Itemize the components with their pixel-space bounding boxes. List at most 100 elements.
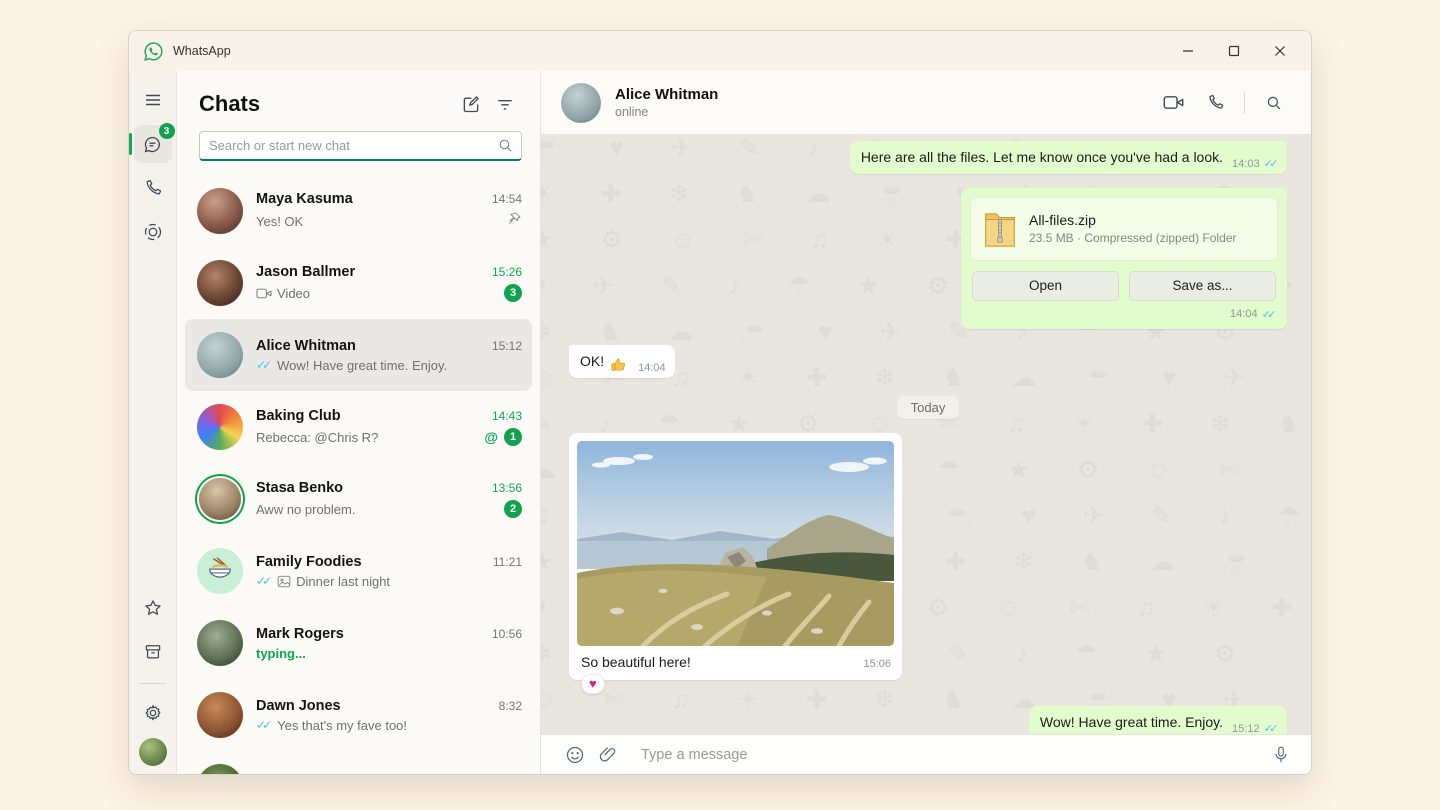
chat-time: 15:26 <box>492 265 522 279</box>
photo-attachment[interactable] <box>577 441 894 646</box>
close-icon <box>1274 45 1286 57</box>
chat-preview: Yes that's my fave too! <box>277 718 407 733</box>
chat-list-item-stasa[interactable]: Stasa Benko13:56 Aww no problem. 2 <box>185 463 532 535</box>
chat-list-item-dawn[interactable]: Dawn Jones8:32 ✓✓Yes that's my fave too! <box>185 679 532 751</box>
nav-starred-button[interactable] <box>134 589 172 627</box>
chat-name: Family Foodies <box>256 554 485 570</box>
whatsapp-window: WhatsApp 3 <box>128 30 1312 775</box>
app-title: WhatsApp <box>173 44 231 58</box>
menu-button[interactable] <box>134 81 172 119</box>
nav-calls-button[interactable] <box>134 169 172 207</box>
avatar <box>197 764 243 774</box>
nav-archived-button[interactable] <box>134 633 172 671</box>
thumbs-up-emoji <box>610 356 627 373</box>
chat-preview: Aww no problem. <box>256 502 355 517</box>
avatar <box>197 188 243 234</box>
filter-icon <box>495 94 515 114</box>
avatar <box>197 548 243 594</box>
titlebar: WhatsApp <box>129 31 1311 71</box>
archive-icon <box>143 642 163 662</box>
status-icon <box>143 222 163 242</box>
phone-icon <box>1206 93 1225 112</box>
emoji-button[interactable] <box>559 739 591 771</box>
unread-badge: 3 <box>504 284 522 302</box>
message-time: 15:06 <box>863 658 891 670</box>
chat-name: Maya Kasuma <box>256 191 484 207</box>
chat-list-item-family-foodies[interactable]: Family Foodies 11:21 ✓✓ Dinner last night <box>185 535 532 607</box>
nav-chats-button[interactable]: 3 <box>134 125 172 163</box>
read-receipt-icon: ✓✓ <box>256 358 272 372</box>
read-receipt-icon: ✓✓ <box>256 574 272 588</box>
contact-avatar[interactable] <box>561 83 601 123</box>
chat-time: 13:56 <box>492 481 522 495</box>
chat-time: 8:32 <box>499 699 522 713</box>
gear-icon <box>143 703 163 723</box>
minimize-icon <box>1182 45 1194 57</box>
nav-settings-button[interactable] <box>134 694 172 732</box>
star-icon <box>143 598 163 618</box>
chat-list-item-baking-club[interactable]: Baking Club14:43 Rebecca: @Chris R? @1 <box>185 391 532 463</box>
search-icon <box>1265 94 1283 112</box>
chat-preview: Dinner last night <box>296 574 390 589</box>
chat-name: Stasa Benko <box>256 480 484 496</box>
nav-rail: 3 <box>129 71 177 774</box>
heart-reaction-badge[interactable]: ♥ <box>581 674 605 694</box>
close-button[interactable] <box>1257 31 1303 71</box>
maximize-icon <box>1228 45 1240 57</box>
filter-chats-button[interactable] <box>488 89 522 119</box>
attach-button[interactable] <box>591 739 623 771</box>
outgoing-file-message: All-files.zip 23.5 MB · Compressed (zipp… <box>961 188 1287 329</box>
contact-name: Alice Whitman <box>615 86 1154 103</box>
profile-avatar[interactable] <box>139 738 167 766</box>
minimize-button[interactable] <box>1165 31 1211 71</box>
chat-list-item-alice[interactable]: Alice Whitman15:12 ✓✓Wow! Have great tim… <box>185 319 532 391</box>
outgoing-message-files: Here are all the files. Let me know once… <box>850 141 1287 174</box>
noodle-bowl-icon <box>205 556 235 586</box>
nav-status-button[interactable] <box>134 213 172 251</box>
voice-call-button[interactable] <box>1196 86 1234 120</box>
message-text: Here are all the files. Let me know once… <box>861 148 1223 167</box>
header-divider <box>1244 92 1245 114</box>
search-box <box>199 131 522 161</box>
chat-time: 11:21 <box>493 555 522 569</box>
message-time: 14:04 <box>638 362 666 374</box>
video-call-icon <box>1163 94 1184 111</box>
date-divider: Today <box>897 396 960 419</box>
search-icon <box>497 137 514 159</box>
phone-icon <box>143 178 163 198</box>
voice-record-button[interactable] <box>1265 739 1297 771</box>
video-call-button[interactable] <box>1154 86 1192 120</box>
file-name: All-files.zip <box>1029 212 1236 228</box>
chat-list-item-maya[interactable]: Maya Kasuma14:54 Yes! OK <box>185 175 532 247</box>
search-input[interactable] <box>199 131 522 161</box>
chat-list-item-jason[interactable]: Jason Ballmer 15:26 Video 3 <box>185 247 532 319</box>
chat-time: 10:56 <box>492 627 522 641</box>
message-input[interactable] <box>641 747 1255 763</box>
incoming-photo-message: So beautiful here! 15:06 ♥ <box>569 433 902 680</box>
chat-list-item-ziggy[interactable]: Ziggy Woodley9:12 <box>185 751 532 774</box>
chat-time: 14:43 <box>492 409 522 423</box>
save-as-button[interactable]: Save as... <box>1129 271 1276 301</box>
paperclip-icon <box>598 745 617 764</box>
file-attachment-card[interactable]: All-files.zip 23.5 MB · Compressed (zipp… <box>970 197 1278 261</box>
chat-list-item-mark[interactable]: Mark Rogers10:56 typing... <box>185 607 532 679</box>
mention-badge: @ <box>484 429 498 445</box>
avatar <box>197 404 243 450</box>
read-receipt-icon: ✓✓ <box>1264 722 1278 734</box>
chats-panel: Chats <box>177 71 541 774</box>
rail-divider <box>140 683 166 684</box>
maximize-button[interactable] <box>1211 31 1257 71</box>
conversation-header: Alice Whitman online <box>541 71 1311 135</box>
new-chat-button[interactable] <box>454 89 488 119</box>
microphone-icon <box>1272 745 1290 765</box>
chat-bubble-icon <box>142 134 163 155</box>
search-in-chat-button[interactable] <box>1255 86 1293 120</box>
open-file-button[interactable]: Open <box>972 271 1119 301</box>
message-composer <box>541 734 1311 774</box>
chat-name: Jason Ballmer <box>256 264 484 280</box>
chat-preview: Video <box>277 286 310 301</box>
hamburger-icon <box>143 90 163 110</box>
contact-info[interactable]: Alice Whitman online <box>615 86 1154 119</box>
zip-file-icon <box>983 210 1017 248</box>
chat-list: Maya Kasuma14:54 Yes! OK Jason Ballmer 15… <box>177 173 540 774</box>
